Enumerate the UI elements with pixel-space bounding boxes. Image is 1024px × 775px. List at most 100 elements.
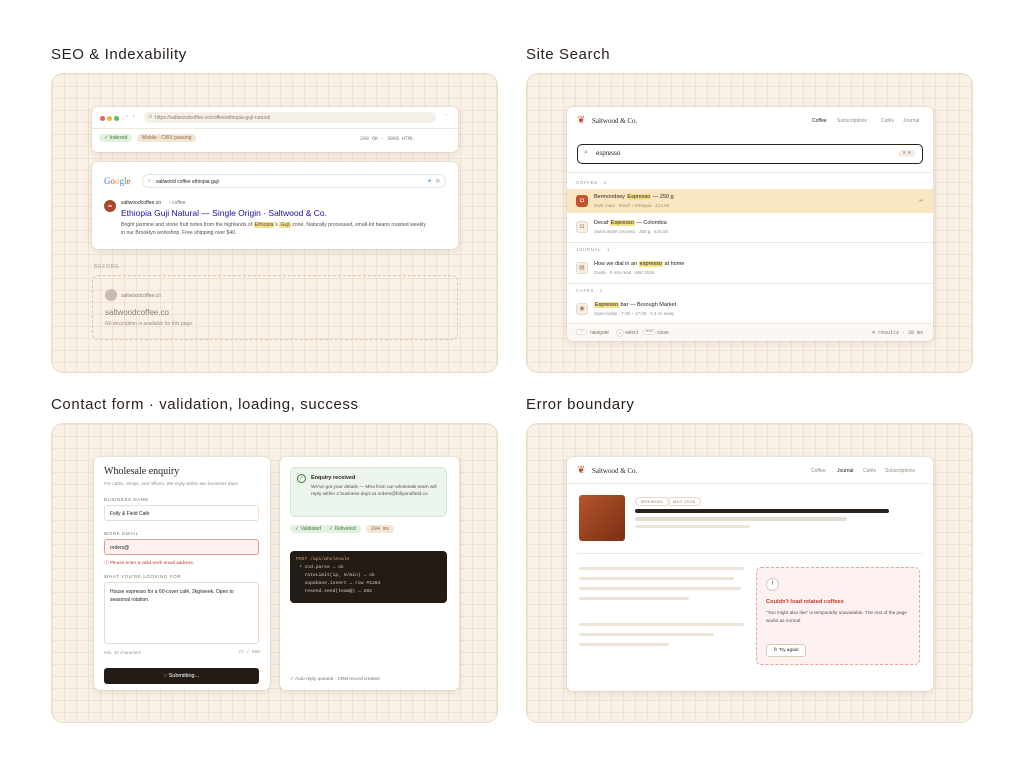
spinner-icon: ◌	[163, 673, 168, 679]
alert-icon: !	[766, 578, 779, 591]
text-skeleton	[579, 577, 734, 580]
browser-window: ‹ › ⊙ https://saltwoodcoffee.co/coffee/e…	[92, 107, 458, 152]
seo-panel: ‹ › ⊙ https://saltwoodcoffee.co/coffee/e…	[51, 73, 498, 373]
group-coffee: COFFEE · 2	[576, 180, 607, 185]
error-title: Couldn't load related coffees	[766, 599, 844, 605]
search-icon: ⌕	[148, 178, 151, 184]
nav-coffee[interactable]: Coffee	[812, 118, 827, 124]
nav-cafes[interactable]: Cafés	[881, 118, 894, 124]
footnote: ✓ Auto-reply queued · CRM record created	[290, 676, 380, 681]
wholesale-form: Wholesale enquiry For cafés, shops, and …	[94, 457, 270, 690]
submit-button[interactable]: ◌ Submitting...	[104, 668, 259, 684]
delivered-chip: ✓ Delivered	[324, 525, 361, 533]
result-subtitle: Dark roast · Brazil + Ethiopia · £14.50	[594, 203, 670, 208]
business-name-input[interactable]: Folly & Field Café	[104, 505, 259, 521]
updown-kbd: ↑↓	[576, 329, 587, 335]
tag-date: MAY 2026	[667, 497, 702, 506]
nav-journal[interactable]: Journal	[903, 118, 919, 124]
shortcut-kbd: ⌘ K	[897, 150, 916, 157]
validated-chip: ✓ Validated	[290, 525, 327, 533]
text-skeleton	[579, 633, 714, 636]
placeholder-favicon	[105, 289, 117, 301]
timing-chip: 284 ms	[366, 525, 395, 533]
nav-coffee[interactable]: Coffee	[811, 468, 826, 474]
result-description: Bright jasmine and stone fruit notes fro…	[121, 222, 426, 236]
minimize-dot[interactable]	[107, 116, 112, 121]
log-line: supabase.insert → row #1284	[296, 581, 381, 586]
error-panel: ❦ Saltwood & Co. Coffee Journal Cafés Su…	[526, 423, 973, 723]
search-query: espresso	[596, 151, 621, 157]
mobile-badge: Mobile · CWV passing	[137, 134, 197, 142]
forward-icon[interactable]: ›	[133, 114, 135, 120]
url-text: https://saltwoodcoffee.co/coffee/ethiopi…	[155, 115, 271, 121]
close-dot[interactable]	[100, 116, 105, 121]
error-boundary-card: ! Couldn't load related coffees "You mig…	[756, 567, 920, 665]
form-title: Wholesale enquiry	[104, 466, 180, 477]
success-alert: ✓ Enquiry received We've got your detail…	[290, 467, 447, 517]
back-icon[interactable]: ‹	[126, 114, 128, 120]
footer-navigate: navigate	[590, 330, 609, 336]
try-again-button[interactable]: ↻ Try again	[766, 644, 806, 657]
log-line: └ zod.parse → ok	[296, 565, 344, 570]
delivered-label: Delivered	[334, 526, 356, 532]
result-site: saltwoodcoffee.co	[121, 200, 161, 206]
text-skeleton	[579, 587, 741, 590]
google-serp: Google ⌕ saltwood coffee ethiopia guji ●…	[92, 162, 458, 249]
error-body: "You might also like" is temporarily una…	[766, 610, 907, 623]
min-chars-hint: Min. 20 characters	[104, 650, 142, 655]
subtitle-skeleton	[635, 517, 847, 521]
search-result[interactable]: ◉ Espresso bar — Borough Market Open tod…	[567, 297, 933, 321]
search-result[interactable]: ◘ Decaf Espresso — Colombia Swiss water …	[567, 215, 933, 239]
section-title-contact: Contact form · validation, loading, succ…	[51, 396, 359, 413]
nav-cafes[interactable]: Cafés	[863, 468, 876, 474]
google-search-input[interactable]: ⌕ saltwood coffee ethiopia guji ● ◎	[142, 174, 446, 188]
request-log: POST /api/wholesale └ zod.parse → ok rat…	[290, 551, 447, 603]
success-body: We've got your details — Mira from our w…	[311, 485, 437, 497]
form-subtitle: For cafés, shops, and offices. We reply …	[104, 481, 240, 486]
article-icon: ▤	[576, 262, 588, 274]
site-favicon: ☕	[104, 200, 116, 212]
site-search-input[interactable]: ⌕ espresso ⌘ K	[577, 144, 923, 164]
refresh-icon: ↻	[773, 648, 778, 653]
result-subtitle: Open today · 7:30 – 17:00 · 0.4 mi away	[594, 311, 675, 316]
nav-journal[interactable]: Journal	[837, 468, 853, 474]
camera-icon[interactable]: ◎	[436, 178, 440, 184]
email-input[interactable]: orders@	[104, 539, 259, 555]
result-subtitle: Swiss water process · 250 g · £15.00	[594, 229, 669, 234]
brand-logo-icon: ❦	[577, 465, 586, 476]
google-logo: Google	[104, 176, 131, 186]
result-path: › coffee	[169, 200, 186, 206]
before-site: saltwoodcoffee.co	[121, 293, 161, 299]
check-circle-icon: ✓	[297, 474, 306, 483]
label-looking: WHAT YOU'RE LOOKING FOR	[104, 574, 182, 579]
search-app: ❦ Saltwood & Co. Coffee Subscriptions Ca…	[567, 107, 933, 341]
article-image	[579, 495, 625, 541]
log-line: POST /api/wholesale	[296, 557, 350, 562]
submit-label: Submitting...	[168, 673, 200, 679]
group-journal: JOURNAL · 1	[576, 247, 610, 252]
nav-subscriptions[interactable]: Subscriptions	[885, 468, 915, 474]
result-title: Espresso bar — Borough Market	[594, 302, 677, 308]
result-title: How we dial in an espresso at home	[594, 261, 685, 267]
search-footer: ↑↓ navigate ↵ select esc close 4 results…	[567, 323, 933, 341]
section-title-seo: SEO & Indexability	[51, 46, 187, 63]
brand-logo-icon: ❦	[577, 115, 586, 126]
mic-icon[interactable]: ●	[428, 178, 431, 184]
search-result[interactable]: ▤ How we dial in an espresso at home Gui…	[567, 256, 933, 280]
nav-subscriptions[interactable]: Subscriptions	[837, 118, 867, 124]
address-bar[interactable]: ⊙ https://saltwoodcoffee.co/coffee/ethio…	[144, 112, 436, 123]
more-icon[interactable]: ···	[444, 112, 450, 118]
message-textarea[interactable]: House espresso for a 60-cover café, 2kg/…	[104, 582, 259, 644]
search-result-active[interactable]: ◘ Bermondsey Espresso — 250 g Dark roast…	[567, 189, 933, 213]
validated-label: Validated	[300, 526, 322, 532]
try-again-label: Try again	[778, 648, 799, 653]
char-count: 72 / 500	[238, 650, 260, 655]
text-skeleton	[579, 623, 744, 626]
location-pin-icon: ◉	[576, 303, 588, 315]
indexed-badge: ✓ Indexed	[99, 134, 133, 142]
before-label: BEFORE	[94, 264, 120, 270]
result-title-link[interactable]: Ethiopia Guji Natural — Single Origin · …	[121, 208, 327, 218]
maximize-dot[interactable]	[114, 116, 119, 121]
text-skeleton	[579, 567, 744, 570]
section-title-search: Site Search	[526, 46, 611, 63]
